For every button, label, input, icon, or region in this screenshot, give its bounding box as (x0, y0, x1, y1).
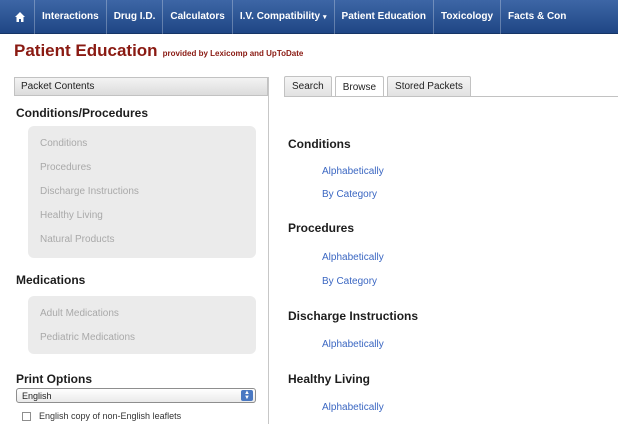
section-heading-print-options: Print Options (16, 372, 92, 386)
packet-item-conditions[interactable]: Conditions (28, 132, 256, 156)
sidebar-header: Packet Contents (14, 77, 268, 96)
english-copy-checkbox-label: English copy of non-English leaflets (39, 411, 182, 421)
page-title-row: Patient Education provided by Lexicomp a… (14, 41, 303, 61)
tabs-divider (284, 96, 618, 97)
nav-item-iv-compatibility[interactable]: I.V. Compatibility ▾ (231, 0, 334, 34)
packet-item-procedures[interactable]: Procedures (28, 156, 256, 180)
browse-heading-conditions: Conditions (288, 137, 351, 151)
nav-item-label: Calculators (170, 11, 225, 22)
conditions-procedures-list: Conditions Procedures Discharge Instruct… (28, 126, 256, 258)
nav-item-label: Drug I.D. (113, 11, 156, 22)
nav-item-label: I.V. Compatibility (239, 11, 321, 22)
browse-heading-discharge-instructions: Discharge Instructions (288, 309, 419, 323)
section-heading-medications: Medications (16, 273, 86, 287)
home-icon[interactable] (12, 9, 28, 25)
nav-item-label: Patient Education (341, 11, 426, 22)
link-discharge-alphabetically[interactable]: Alphabetically (322, 339, 384, 350)
nav-item-label: Facts & Con (508, 11, 567, 22)
nav-item-label: Toxicology (441, 11, 494, 22)
medications-list: Adult Medications Pediatric Medications (28, 296, 256, 354)
top-navigation-bar: Interactions Drug I.D. Calculators I.V. … (0, 0, 618, 34)
section-heading-conditions-procedures: Conditions/Procedures (16, 106, 149, 120)
english-copy-option: English copy of non-English leaflets (22, 411, 181, 421)
english-copy-checkbox[interactable] (22, 411, 31, 421)
language-select-value: English (22, 390, 52, 401)
tab-browse[interactable]: Browse (334, 76, 385, 97)
tab-stored-packets[interactable]: Stored Packets (387, 76, 471, 96)
link-procedures-by-category[interactable]: By Category (322, 276, 377, 287)
packet-item-adult-medications[interactable]: Adult Medications (28, 302, 256, 326)
packet-item-pediatric-medications[interactable]: Pediatric Medications (28, 326, 256, 350)
language-select[interactable]: English ▲ ▼ (16, 388, 256, 403)
select-arrows-icon: ▲ ▼ (241, 390, 253, 401)
nav-item-toxicology[interactable]: Toxicology (433, 0, 500, 34)
packet-item-healthy-living[interactable]: Healthy Living (28, 204, 256, 228)
link-procedures-alphabetically[interactable]: Alphabetically (322, 252, 384, 263)
link-conditions-by-category[interactable]: By Category (322, 189, 377, 200)
tab-search[interactable]: Search (284, 76, 332, 96)
nav-item-interactions[interactable]: Interactions (34, 0, 106, 34)
link-healthy-living-alphabetically[interactable]: Alphabetically (322, 402, 384, 413)
nav-item-calculators[interactable]: Calculators (162, 0, 231, 34)
page-subtitle: provided by Lexicomp and UpToDate (162, 49, 304, 58)
packet-contents-sidebar: Packet Contents Conditions/Procedures Co… (14, 77, 269, 424)
packet-item-discharge-instructions[interactable]: Discharge Instructions (28, 180, 256, 204)
nav-item-drug-id[interactable]: Drug I.D. (105, 0, 163, 34)
page-title: Patient Education (14, 41, 158, 60)
browse-heading-healthy-living: Healthy Living (288, 372, 371, 386)
packet-item-natural-products[interactable]: Natural Products (28, 228, 256, 252)
chevron-down-icon: ▾ (323, 13, 327, 21)
nav-item-patient-education[interactable]: Patient Education (333, 0, 433, 34)
link-conditions-alphabetically[interactable]: Alphabetically (322, 166, 384, 177)
nav-item-label: Interactions (42, 11, 99, 22)
browse-heading-procedures: Procedures (288, 221, 355, 235)
browse-tabs: Search Browse Stored Packets (284, 76, 474, 97)
nav-item-facts-comparisons[interactable]: Facts & Con (500, 0, 573, 34)
home-icon-graphic (15, 11, 25, 22)
